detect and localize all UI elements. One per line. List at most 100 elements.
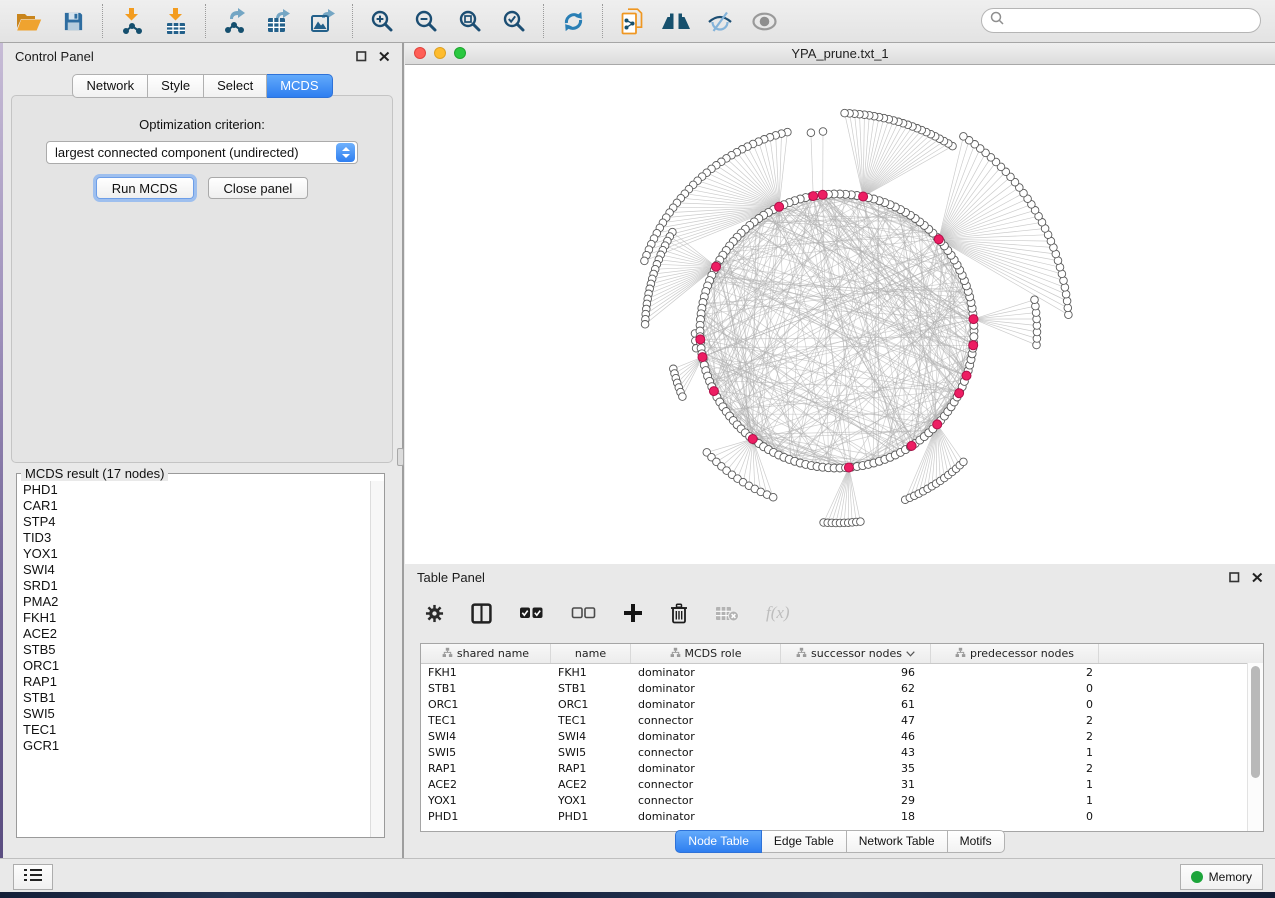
tab-network[interactable]: Network [72,74,148,98]
mcds-result-item[interactable]: STB1 [23,690,371,706]
table-row[interactable]: ORC1ORC1dominator610 [421,696,1263,712]
show-column-icon[interactable] [471,603,492,624]
cell: TEC1 [551,714,631,727]
open-file-icon[interactable] [14,6,44,36]
mcds-panel: Optimization criterion: largest connecte… [11,95,393,463]
network-file-icon[interactable] [617,6,647,36]
table-row[interactable]: RAP1RAP1dominator352 [421,760,1263,776]
search-input[interactable] [1009,11,1260,31]
mcds-result-item[interactable]: ORC1 [23,658,371,674]
table-scrollbar-thumb[interactable] [1251,666,1260,778]
tab-edge-table[interactable]: Edge Table [762,830,847,853]
split-pane-handle[interactable] [397,448,404,466]
mcds-result-scrollbar[interactable] [370,481,384,837]
toolbar-group [103,4,206,38]
memory-button[interactable]: Memory [1180,864,1263,890]
export-table-icon[interactable] [264,6,294,36]
column-header-predecessor-nodes[interactable]: predecessor nodes [931,644,1099,663]
cell: 2 [931,730,1099,743]
cell: 61 [781,698,931,711]
status-menu-button[interactable] [13,864,53,890]
float-panel-icon[interactable] [356,51,367,62]
maximize-window-icon[interactable] [454,47,466,59]
mcds-result-item[interactable]: SWI5 [23,706,371,722]
cell: SWI5 [421,746,551,759]
hide-visual-icon[interactable] [705,6,735,36]
export-image-icon[interactable] [308,6,338,36]
column-header-successor-nodes[interactable]: successor nodes [781,644,931,663]
import-network-icon[interactable] [117,6,147,36]
tab-node-table[interactable]: Node Table [675,830,762,853]
delete-column-icon[interactable] [670,603,688,624]
close-table-panel-icon[interactable] [1252,572,1263,583]
tab-select[interactable]: Select [204,74,267,98]
mcds-result-item[interactable]: RAP1 [23,674,371,690]
mcds-result-item[interactable]: ACE2 [23,626,371,642]
cell: connector [631,714,781,727]
refresh-view-icon[interactable] [558,6,588,36]
control-panel-tabs: NetworkStyleSelectMCDS [3,74,402,98]
close-window-icon[interactable] [414,47,426,59]
column-header-shared-name[interactable]: shared name [421,644,551,663]
close-panel-button[interactable]: Close panel [208,177,309,199]
import-table-icon[interactable] [161,6,191,36]
table-row[interactable]: SWI4SWI4dominator462 [421,728,1263,744]
mcds-result-item[interactable]: STB5 [23,642,371,658]
function-builder-icon: f(x) [766,603,790,623]
tab-network-table[interactable]: Network Table [847,830,948,853]
export-network-icon[interactable] [220,6,250,36]
close-panel-icon[interactable] [379,51,390,62]
cell: PHD1 [551,810,631,823]
mcds-result-item[interactable]: SWI4 [23,562,371,578]
node-table-header: shared namenameMCDS rolesuccessor nodesp… [421,644,1263,664]
unselect-all-columns-icon[interactable] [571,607,596,619]
cell: 29 [781,794,931,807]
table-row[interactable]: TEC1TEC1connector472 [421,712,1263,728]
mcds-result-item[interactable]: TEC1 [23,722,371,738]
mcds-result-item[interactable]: YOX1 [23,546,371,562]
binoculars-search-icon[interactable] [661,6,691,36]
table-row[interactable]: YOX1YOX1connector291 [421,792,1263,808]
mcds-result-item[interactable]: SRD1 [23,578,371,594]
column-header-name[interactable]: name [551,644,631,663]
search-box[interactable] [981,8,1261,33]
mcds-result-item[interactable]: TID3 [23,530,371,546]
mcds-result-item[interactable]: GCR1 [23,738,371,754]
run-mcds-button[interactable]: Run MCDS [96,177,194,199]
zoom-selected-icon[interactable] [499,6,529,36]
tab-mcds[interactable]: MCDS [267,74,332,98]
select-all-columns-icon[interactable] [519,607,544,619]
network-canvas[interactable] [405,65,1275,564]
float-table-panel-icon[interactable] [1229,572,1240,583]
table-column-icon [442,647,453,661]
add-column-icon[interactable] [623,603,643,623]
table-row[interactable]: SWI5SWI5connector431 [421,744,1263,760]
mcds-result-list[interactable]: PHD1CAR1STP4TID3YOX1SWI4SRD1PMA2FKH1ACE2… [17,481,371,837]
network-graph[interactable] [405,65,1275,564]
tab-motifs[interactable]: Motifs [948,830,1005,853]
mcds-result-item[interactable]: CAR1 [23,498,371,514]
table-row[interactable]: ACE2ACE2connector311 [421,776,1263,792]
zoom-fit-icon[interactable] [455,6,485,36]
column-header-MCDS-role[interactable]: MCDS role [631,644,781,663]
toolbar-group [353,4,544,38]
zoom-out-icon[interactable] [411,6,441,36]
control-panel: Control Panel NetworkStyleSelectMCDS Opt… [3,43,404,858]
tab-style[interactable]: Style [148,74,204,98]
table-row[interactable]: STB1STB1dominator620 [421,680,1263,696]
mcds-result-item[interactable]: FKH1 [23,610,371,626]
mcds-result-item[interactable]: STP4 [23,514,371,530]
save-session-icon[interactable] [58,6,88,36]
table-row[interactable]: PHD1PHD1dominator180 [421,808,1263,824]
mcds-result-item[interactable]: PMA2 [23,594,371,610]
optimization-criterion-select[interactable]: largest connected component (undirected) [46,141,358,164]
minimize-window-icon[interactable] [434,47,446,59]
optimization-criterion-label: Optimization criterion: [12,117,392,132]
mcds-result-item[interactable]: PHD1 [23,482,371,498]
table-row[interactable]: FKH1FKH1dominator962 [421,664,1263,680]
cell: ORC1 [551,698,631,711]
table-scrollbar[interactable] [1247,663,1263,831]
zoom-in-icon[interactable] [367,6,397,36]
show-visual-icon[interactable] [749,6,779,36]
table-settings-icon[interactable] [425,604,444,623]
